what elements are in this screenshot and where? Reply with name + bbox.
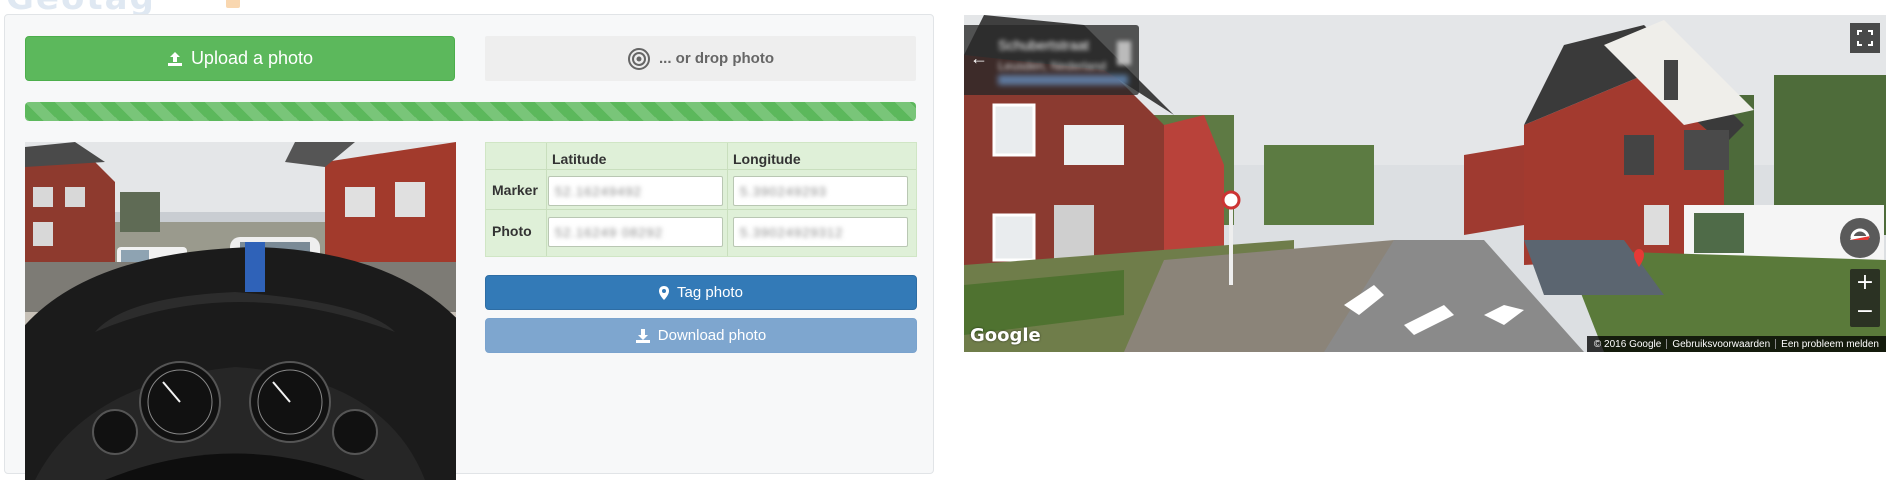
table-divider bbox=[727, 143, 728, 256]
google-watermark: Google bbox=[970, 325, 1041, 346]
logo: Geotag bbox=[0, 0, 260, 14]
zoom-in-button[interactable]: + bbox=[1850, 269, 1880, 297]
upload-progress-bar bbox=[25, 102, 916, 121]
marker-longitude-value: 5.390249293 bbox=[740, 184, 827, 199]
street-view-street-name: Schubertstraat bbox=[998, 37, 1090, 53]
target-icon bbox=[627, 47, 651, 71]
drop-photo-label: ... or drop photo bbox=[659, 50, 774, 67]
compass-icon bbox=[1850, 228, 1870, 240]
street-view-address-card: ← Schubertstraat Leusden, Nederland bbox=[964, 25, 1139, 95]
street-view-panorama[interactable]: ← Schubertstraat Leusden, Nederland + − … bbox=[964, 15, 1886, 352]
zoom-out-button[interactable]: − bbox=[1850, 298, 1880, 326]
table-divider bbox=[546, 143, 547, 256]
map-marker-icon bbox=[659, 285, 670, 300]
marker-latitude-value: 52.16249492 bbox=[555, 184, 642, 199]
report-problem-link[interactable]: Een probleem melden bbox=[1776, 339, 1884, 350]
photo-longitude-input[interactable]: 5.39024929312 bbox=[733, 217, 908, 247]
logo-text: Geotag bbox=[6, 0, 156, 14]
fullscreen-icon bbox=[1857, 30, 1873, 46]
photo-longitude-value: 5.39024929312 bbox=[740, 225, 844, 240]
tag-photo-label: Tag photo bbox=[677, 284, 743, 301]
photo-latitude-value: 52.16249 08292 bbox=[555, 225, 663, 240]
table-divider bbox=[486, 209, 916, 210]
terms-link[interactable]: Gebruiksvoorwaarden bbox=[1667, 339, 1775, 350]
compass-control[interactable] bbox=[1840, 218, 1880, 258]
tagging-panel: Upload a photo ... or drop photo Latitud… bbox=[4, 14, 934, 480]
longitude-header: Longitude bbox=[733, 151, 801, 167]
fullscreen-button[interactable] bbox=[1850, 23, 1880, 53]
back-arrow-icon[interactable]: ← bbox=[970, 48, 990, 68]
table-divider bbox=[486, 169, 916, 170]
download-photo-button[interactable]: Download photo bbox=[485, 318, 917, 353]
copyright-text: © 2016 Google bbox=[1593, 338, 1662, 350]
latitude-header: Latitude bbox=[552, 151, 607, 167]
download-photo-label: Download photo bbox=[657, 327, 767, 344]
upload-icon bbox=[167, 51, 183, 67]
street-view-footer: © 2016 Google Gebruiksvoorwaarden Een pr… bbox=[1586, 336, 1886, 352]
download-icon bbox=[635, 328, 650, 343]
drop-photo-zone[interactable]: ... or drop photo bbox=[485, 36, 916, 81]
uploaded-photo-preview bbox=[25, 142, 456, 480]
upload-photo-button[interactable]: Upload a photo bbox=[25, 36, 455, 81]
close-icon[interactable] bbox=[1117, 41, 1131, 65]
marker-longitude-input[interactable]: 5.390249293 bbox=[733, 176, 908, 206]
marker-row-label: Marker bbox=[492, 182, 538, 198]
logo-accent bbox=[226, 0, 240, 8]
tag-photo-button[interactable]: Tag photo bbox=[485, 275, 917, 310]
street-view-city: Leusden, Nederland bbox=[998, 59, 1107, 73]
photo-latitude-input[interactable]: 52.16249 08292 bbox=[548, 217, 723, 247]
photo-image bbox=[25, 142, 456, 480]
coordinates-table: Latitude Longitude Marker Photo 52.16249… bbox=[485, 142, 917, 257]
zoom-control: + − bbox=[1850, 269, 1880, 327]
street-view-link[interactable] bbox=[998, 75, 1128, 85]
photo-row-label: Photo bbox=[492, 223, 532, 239]
marker-latitude-input[interactable]: 52.16249492 bbox=[548, 176, 723, 206]
upload-photo-label: Upload a photo bbox=[190, 48, 314, 68]
